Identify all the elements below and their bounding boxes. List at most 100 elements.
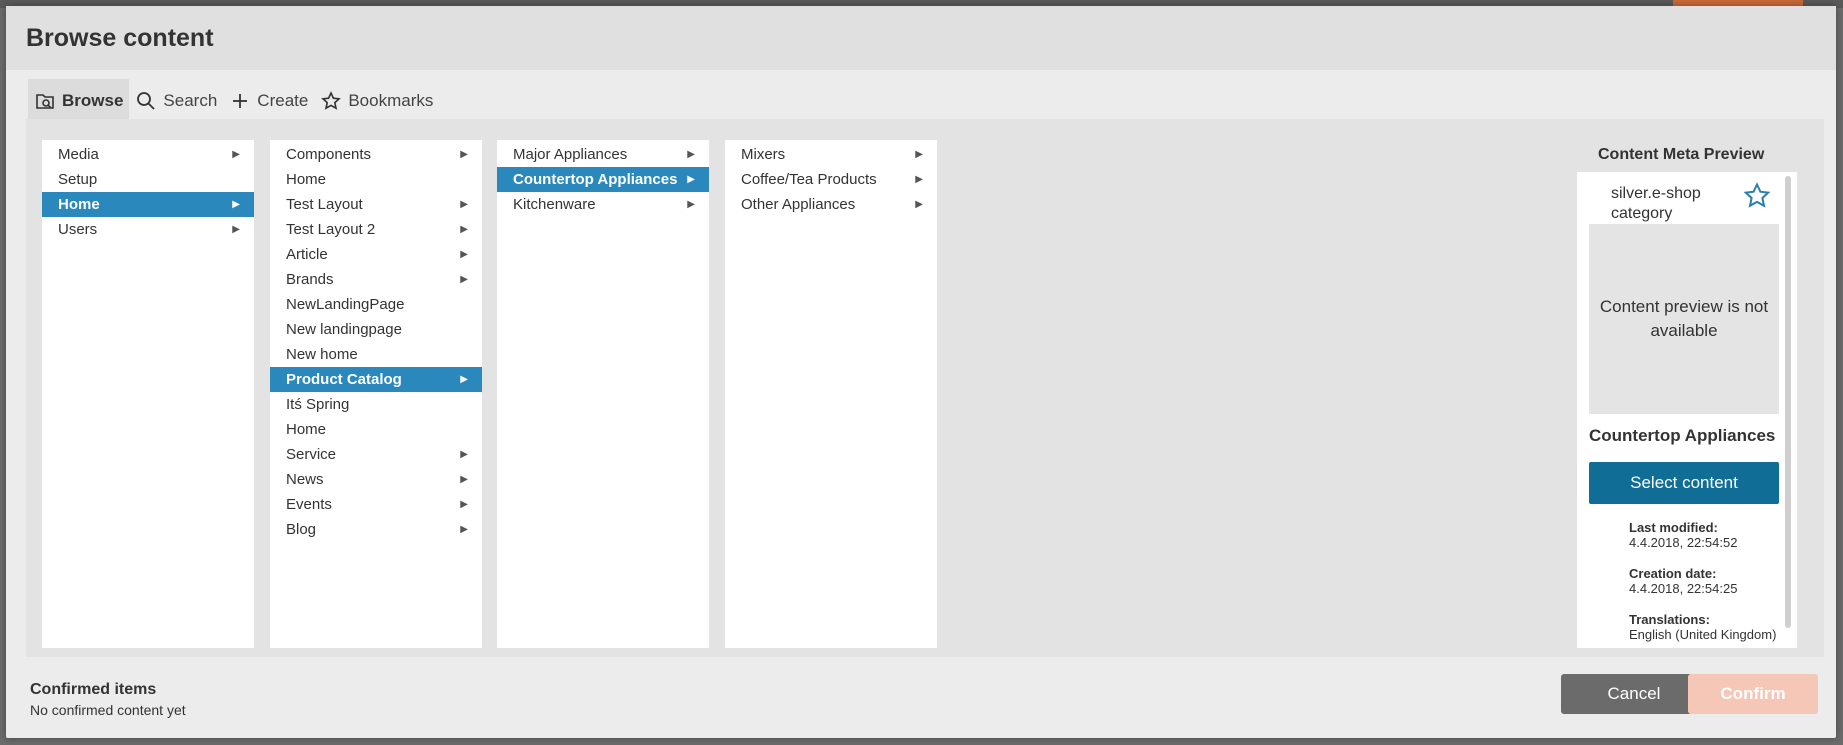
browse-item[interactable]: Home [270, 167, 482, 192]
confirmed-items-status: No confirmed content yet [30, 702, 186, 718]
browse-item-label: Coffee/Tea Products [741, 171, 877, 188]
browse-item[interactable]: Countertop Appliances ▶ [497, 167, 709, 192]
browse-item[interactable]: Product Catalog ▶ [270, 367, 482, 392]
browse-item-label: Itś Spring [286, 396, 350, 413]
tab-create[interactable]: Create [223, 79, 314, 123]
tab-bookmarks[interactable]: Bookmarks [314, 79, 439, 123]
browse-item-label: Users [58, 221, 98, 238]
tab-search[interactable]: Search [129, 79, 223, 123]
expand-arrow-icon: ▶ [460, 499, 468, 510]
browse-item[interactable]: Brands ▶ [270, 267, 482, 292]
expand-arrow-icon: ▶ [687, 149, 695, 160]
browse-column-2: Components ▶ Home Test Layout ▶ Test Layout 2… [270, 140, 482, 648]
browse-item[interactable]: Blog ▶ [270, 517, 482, 542]
tab-bar: Browse Search Create Bookmarks [28, 79, 439, 123]
browse-item-label: Home [58, 196, 100, 213]
browse-item[interactable]: New home [270, 342, 482, 367]
expand-arrow-icon: ▶ [232, 149, 240, 160]
browse-item[interactable]: News ▶ [270, 467, 482, 492]
expand-arrow-icon: ▶ [232, 224, 240, 235]
browse-item[interactable]: Article ▶ [270, 242, 482, 267]
browse-column-4: Mixers ▶ Coffee/Tea Products ▶ Other Applian… [725, 140, 937, 648]
browse-item-label: Product Catalog [286, 371, 402, 388]
browse-item[interactable]: Service ▶ [270, 442, 482, 467]
browse-panel: Media ▶ Setup Home ▶ Users ▶ Components ▶ Home Te… [26, 119, 1824, 657]
expand-arrow-icon: ▶ [460, 199, 468, 210]
translations-label: Translations: [1629, 612, 1710, 627]
creation-date-field: Creation date: 4.4.2018, 22:54:25 [1629, 566, 1737, 596]
browse-item-label: Home [286, 171, 327, 188]
expand-arrow-icon: ▶ [460, 524, 468, 535]
confirmed-items-title: Confirmed items [30, 681, 157, 698]
browse-item[interactable]: Users ▶ [42, 217, 254, 242]
plus-icon [229, 90, 251, 112]
expand-arrow-icon: ▶ [687, 199, 695, 210]
dialog-header: Browse content [6, 6, 1836, 70]
browse-item[interactable]: Setup [42, 167, 254, 192]
star-icon [320, 90, 342, 112]
browse-item-label: Mixers [741, 146, 786, 163]
select-content-button[interactable]: Select content [1589, 462, 1779, 504]
expand-arrow-icon: ▶ [460, 374, 468, 385]
browse-item-label: Events [286, 496, 332, 513]
content-meta-preview-heading: Content Meta Preview [1598, 146, 1765, 163]
browse-item[interactable]: Test Layout 2 ▶ [270, 217, 482, 242]
browse-column-1: Media ▶ Setup Home ▶ Users ▶ [42, 140, 254, 648]
expand-arrow-icon: ▶ [687, 174, 695, 185]
search-icon [135, 90, 157, 112]
browse-item[interactable]: Events ▶ [270, 492, 482, 517]
browse-item-label: News [286, 471, 324, 488]
expand-arrow-icon: ▶ [460, 249, 468, 260]
selected-content-name: Countertop Appliances [1589, 426, 1776, 445]
tab-browse-label: Browse [62, 91, 124, 110]
browse-item-label: Setup [58, 171, 98, 188]
last-modified-value: 4.4.2018, 22:54:52 [1629, 535, 1738, 550]
creation-date-value: 4.4.2018, 22:54:25 [1629, 581, 1738, 596]
expand-arrow-icon: ▶ [460, 274, 468, 285]
browse-item-label: NewLandingPage [286, 296, 405, 313]
browse-item-label: Service [286, 446, 337, 463]
content-preview-placeholder: Content preview is not available [1589, 224, 1779, 414]
translations-field: Translations: English (United Kingdom) [1629, 612, 1779, 642]
tab-create-label: Create [257, 91, 309, 110]
browse-item-label: Home [286, 421, 327, 438]
browse-item[interactable]: Major Appliances ▶ [497, 142, 709, 167]
expand-arrow-icon: ▶ [915, 199, 923, 210]
browse-item[interactable]: Mixers ▶ [725, 142, 937, 167]
browse-item[interactable]: NewLandingPage [270, 292, 482, 317]
browse-item[interactable]: New landingpage [270, 317, 482, 342]
browse-item[interactable]: Components ▶ [270, 142, 482, 167]
content-meta-preview-panel: silver.e-shop category Content preview i… [1577, 172, 1797, 648]
browse-item[interactable]: Test Layout ▶ [270, 192, 482, 217]
browse-item-label: Test Layout 2 [286, 221, 376, 238]
last-modified-label: Last modified: [1629, 520, 1718, 535]
browse-column-3: Major Appliances ▶ Countertop Appliances ▶ K… [497, 140, 709, 648]
browse-item[interactable]: Home ▶ [42, 192, 254, 217]
star-outline-icon[interactable] [1743, 182, 1771, 210]
browse-folder-icon [34, 90, 56, 112]
browse-item[interactable]: Kitchenware ▶ [497, 192, 709, 217]
browse-item-label: Article [286, 246, 328, 263]
tab-bookmarks-label: Bookmarks [348, 91, 434, 110]
browse-item[interactable]: Media ▶ [42, 142, 254, 167]
browse-item-label: Countertop Appliances [513, 171, 678, 188]
browse-item[interactable]: Coffee/Tea Products ▶ [725, 167, 937, 192]
expand-arrow-icon: ▶ [460, 224, 468, 235]
confirm-button[interactable]: Confirm [1688, 674, 1818, 714]
browse-item-label: Major Appliances [513, 146, 628, 163]
last-modified-field: Last modified: 4.4.2018, 22:54:52 [1629, 520, 1737, 550]
meta-panel-scrollbar[interactable] [1785, 176, 1791, 628]
browse-item-label: New home [286, 346, 358, 363]
cancel-button[interactable]: Cancel [1561, 674, 1707, 714]
tab-browse[interactable]: Browse [28, 79, 130, 123]
browse-item-label: Blog [286, 521, 317, 538]
expand-arrow-icon: ▶ [460, 449, 468, 460]
browse-item-label: New landingpage [286, 321, 402, 338]
expand-arrow-icon: ▶ [915, 174, 923, 185]
browse-item-label: Kitchenware [513, 196, 596, 213]
browse-item[interactable]: Other Appliances ▶ [725, 192, 937, 217]
browse-item[interactable]: Home [270, 417, 482, 442]
browse-item-label: Other Appliances [741, 196, 856, 213]
browse-item[interactable]: Itś Spring [270, 392, 482, 417]
browse-item-label: Components [286, 146, 372, 163]
